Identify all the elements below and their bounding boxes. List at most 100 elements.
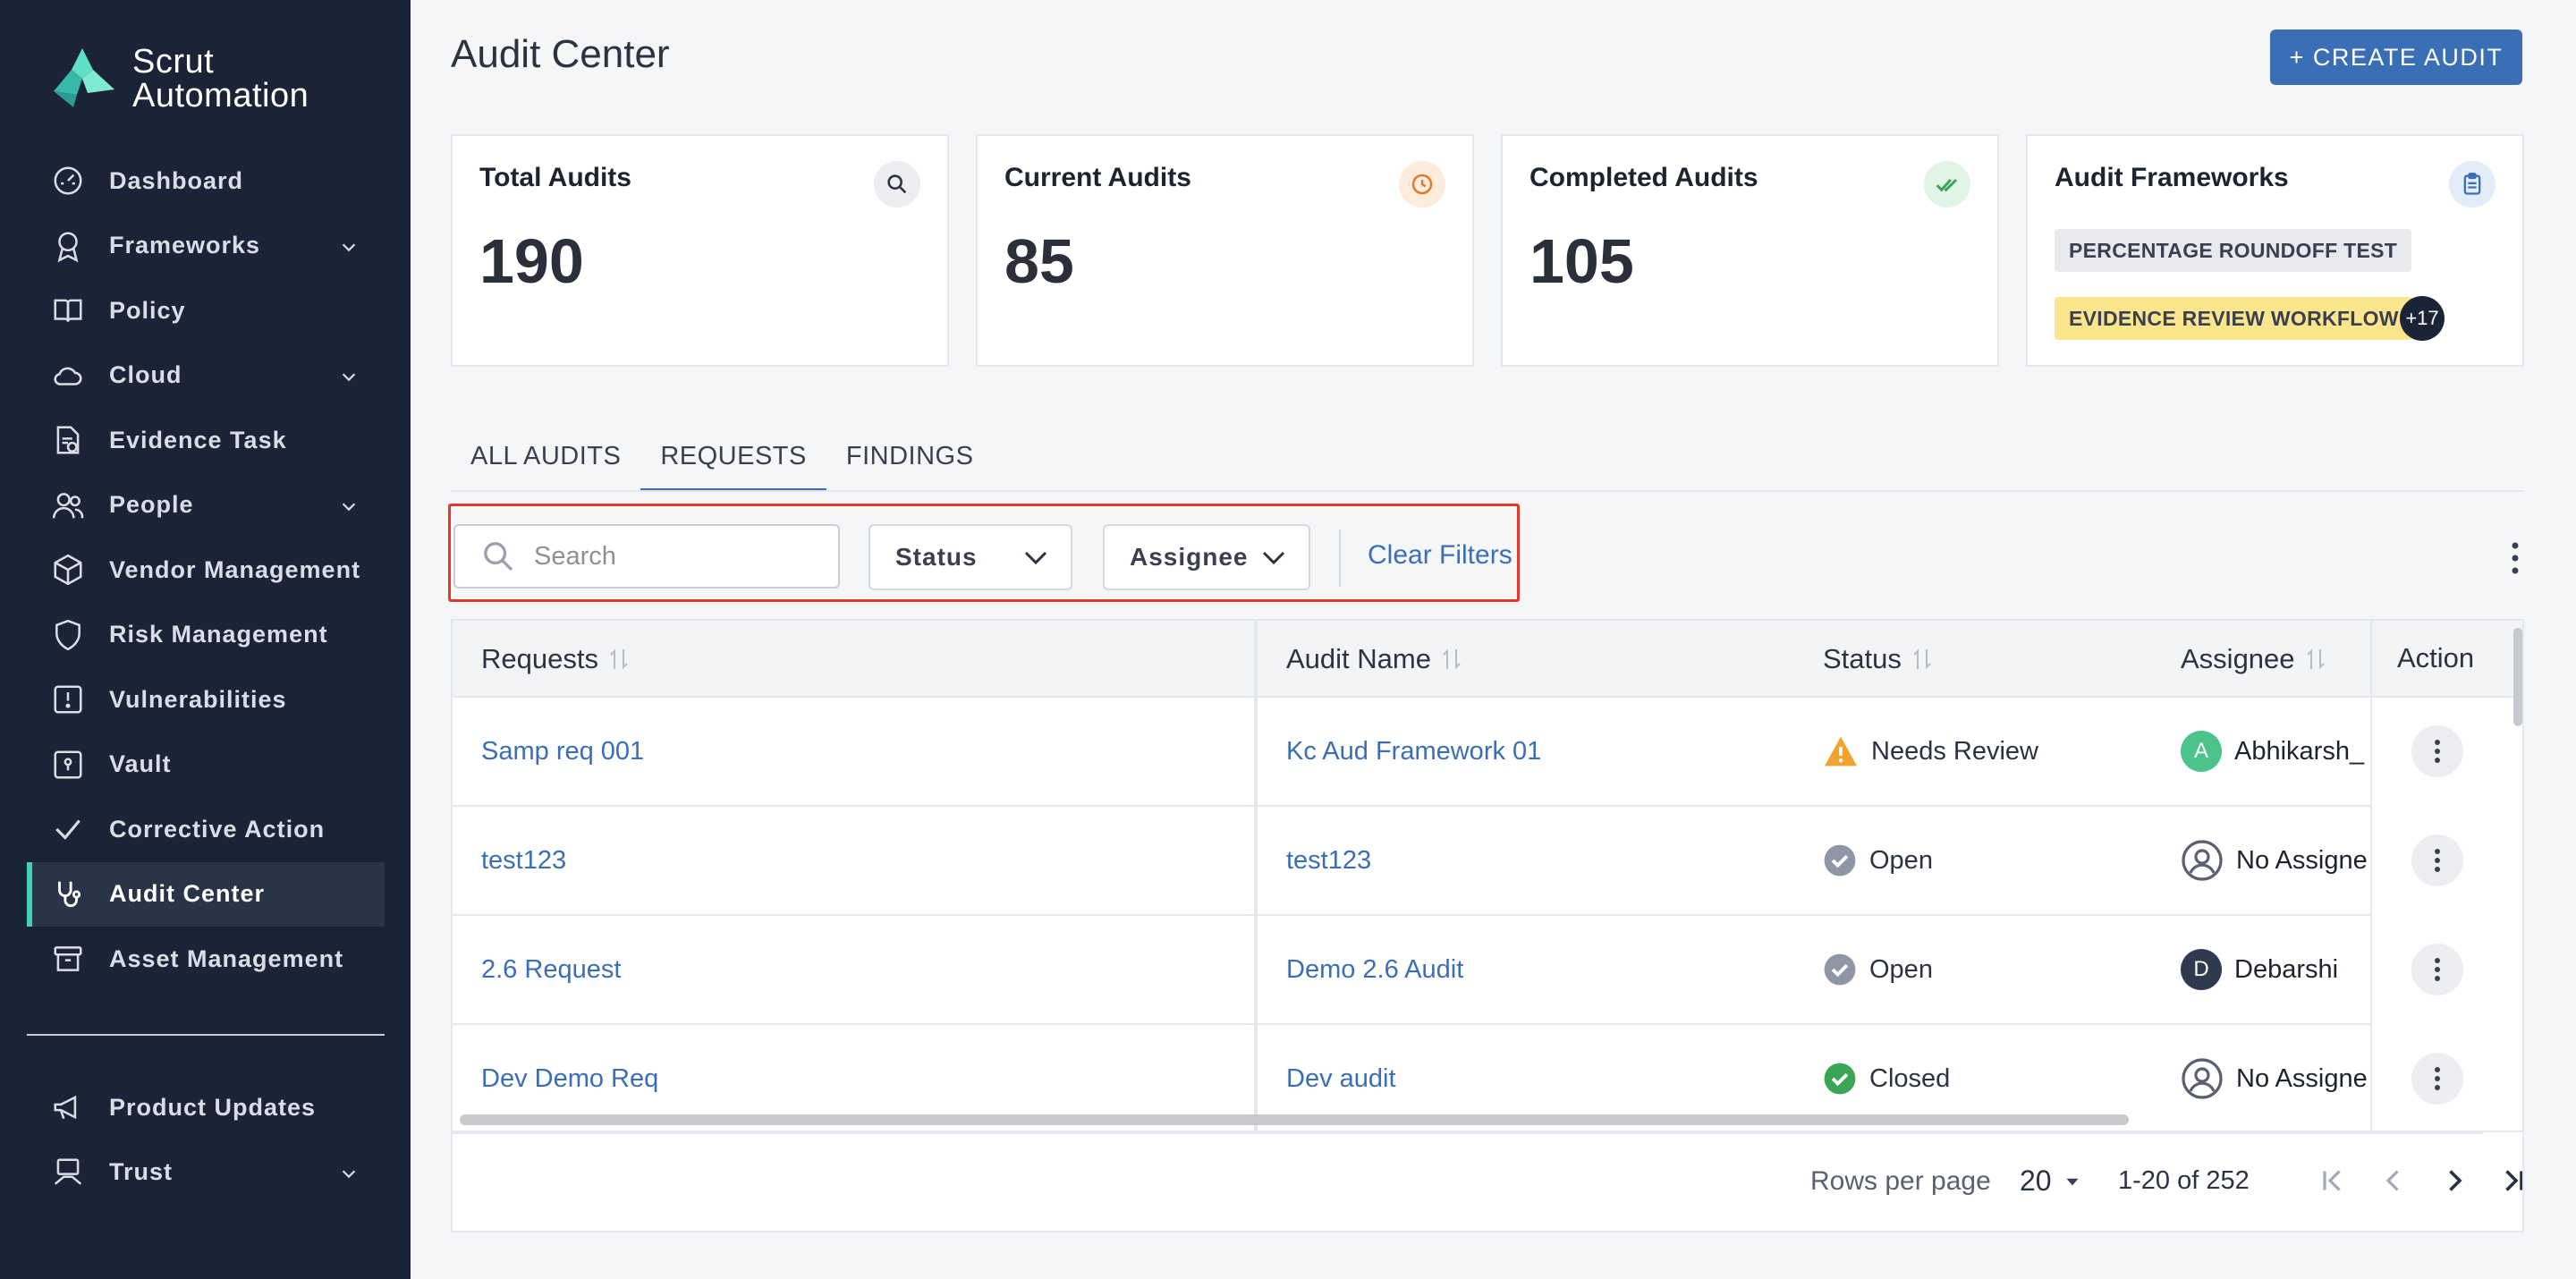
tab-all-audits[interactable]: ALL AUDITS: [451, 420, 640, 492]
sort-icon[interactable]: [2306, 646, 2326, 673]
people-icon: [50, 487, 86, 523]
filter-separator: [1339, 529, 1341, 587]
sidebar-item-vulnerabilities[interactable]: Vulnerabilities: [0, 667, 411, 733]
horizontal-scrollbar[interactable]: [460, 1114, 2129, 1125]
column-header-status[interactable]: Status: [1823, 621, 1932, 698]
column-header-assignee[interactable]: Assignee: [2181, 621, 2326, 698]
assignee-name: No Assigne: [2236, 845, 2368, 875]
request-link[interactable]: Samp req 001: [481, 698, 644, 805]
search-icon: [484, 542, 513, 572]
assignee-filter-label: Assignee: [1130, 543, 1249, 571]
tab-requests[interactable]: REQUESTS: [640, 420, 826, 492]
sidebar-item-product-updates[interactable]: Product Updates: [0, 1075, 411, 1140]
sidebar-item-evidence-task[interactable]: Evidence Task: [0, 408, 411, 473]
more-frameworks-badge[interactable]: +17: [2400, 296, 2445, 341]
kebab-icon: [2435, 1067, 2440, 1090]
sidebar-item-label: Vulnerabilities: [109, 685, 287, 713]
column-header-label: Audit Name: [1286, 643, 1431, 674]
row-actions-button[interactable]: [2411, 834, 2463, 886]
sidebar-item-corrective-action[interactable]: Corrective Action: [0, 797, 411, 862]
status-filter-select[interactable]: Status: [869, 524, 1072, 590]
sidebar-item-dashboard[interactable]: Dashboard: [0, 148, 411, 214]
chevron-down-icon[interactable]: [339, 237, 359, 257]
first-page-icon[interactable]: [2317, 1165, 2349, 1197]
search-icon: [874, 161, 920, 208]
status-text: Open: [1869, 845, 1933, 875]
sidebar-item-vendor-management[interactable]: Vendor Management: [0, 538, 411, 603]
sidebar-nav: Dashboard Frameworks Policy Cloud Eviden…: [0, 148, 411, 992]
chevron-down-icon[interactable]: [339, 496, 359, 516]
sidebar-item-label: People: [109, 491, 194, 519]
sort-icon[interactable]: [1912, 646, 1932, 673]
megaphone-icon: [50, 1089, 86, 1125]
audit-name-link[interactable]: Kc Aud Framework 01: [1286, 698, 1541, 805]
row-actions-button[interactable]: [2411, 944, 2463, 995]
assignee-filter-select[interactable]: Assignee: [1103, 524, 1310, 590]
audit-frameworks-card: Audit Frameworks PERCENTAGE ROUNDOFF TES…: [2026, 134, 2524, 367]
avatar: D: [2181, 949, 2222, 990]
request-link[interactable]: test123: [481, 807, 566, 914]
trust-hand-icon: [50, 1155, 86, 1190]
stat-value: 190: [479, 226, 584, 296]
sidebar-item-audit-center[interactable]: Audit Center: [27, 861, 385, 927]
framework-chip[interactable]: PERCENTAGE ROUNDOFF TEST: [2055, 229, 2412, 272]
create-audit-button[interactable]: + CREATE AUDIT: [2270, 30, 2522, 85]
table-row[interactable]: test123 test123 Open No Assigne: [453, 807, 2483, 916]
table-row[interactable]: Samp req 001 Kc Aud Framework 01 Needs R…: [453, 698, 2483, 807]
check-circle-green-icon: [1824, 1063, 1856, 1095]
rows-per-page-label: Rows per page: [1810, 1166, 1991, 1196]
tab-findings[interactable]: FINDINGS: [826, 420, 994, 492]
table-row[interactable]: 2.6 Request Demo 2.6 Audit Open D Debars…: [453, 916, 2483, 1025]
brand-name: Scrut Automation: [132, 45, 309, 113]
audit-name-link[interactable]: Demo 2.6 Audit: [1286, 916, 1463, 1023]
request-link[interactable]: 2.6 Request: [481, 916, 621, 1023]
assignee-name: Debarshi: [2234, 954, 2339, 984]
assignee-cell: A Abhikarsh_: [2181, 698, 2364, 805]
last-page-icon[interactable]: [2497, 1165, 2524, 1197]
sidebar-item-vault[interactable]: Vault: [0, 733, 411, 798]
clear-filters-link[interactable]: Clear Filters: [1368, 540, 1513, 571]
column-header-requests[interactable]: Requests: [481, 621, 629, 698]
sidebar-item-cloud[interactable]: Cloud: [0, 343, 411, 409]
clipboard-icon: [2449, 161, 2496, 208]
alert-square-icon: [50, 682, 86, 717]
sidebar-item-label: Vendor Management: [109, 555, 361, 583]
warning-icon: [1825, 736, 1857, 767]
row-actions-button[interactable]: [2411, 725, 2463, 777]
column-header-action: Action: [2372, 621, 2522, 698]
document-check-icon: [50, 422, 86, 458]
assignee-name: No Assigne: [2236, 1063, 2368, 1093]
sidebar-item-policy[interactable]: Policy: [0, 278, 411, 343]
brand-logo[interactable]: Scrut Automation: [47, 43, 309, 114]
page-title: Audit Center: [451, 32, 670, 76]
kebab-icon: [2435, 958, 2440, 981]
sidebar-item-asset-management[interactable]: Asset Management: [0, 927, 411, 992]
pagination-range: 1-20 of 252: [2118, 1166, 2250, 1195]
more-options-icon[interactable]: [2508, 540, 2522, 576]
vertical-scrollbar[interactable]: [2513, 628, 2522, 726]
next-page-icon[interactable]: [2438, 1165, 2470, 1197]
chevron-down-icon[interactable]: [339, 367, 359, 386]
sidebar-item-trust[interactable]: Trust: [0, 1140, 411, 1206]
search-input[interactable]: [534, 541, 820, 572]
search-field[interactable]: [453, 524, 840, 589]
sidebar-item-frameworks[interactable]: Frameworks: [0, 214, 411, 279]
framework-chip[interactable]: EVIDENCE REVIEW WORKFLOW: [2055, 297, 2413, 340]
sidebar-item-label: Policy: [109, 296, 186, 324]
action-column: Action: [2370, 621, 2522, 1131]
sidebar-item-risk-management[interactable]: Risk Management: [0, 603, 411, 668]
avatar: A: [2181, 731, 2222, 772]
audit-name-link[interactable]: test123: [1286, 807, 1371, 914]
table-pagination: Rows per page 20 1-20 of 252: [453, 1131, 2524, 1231]
chevron-down-icon[interactable]: [339, 1164, 359, 1183]
sidebar-item-people[interactable]: People: [0, 473, 411, 538]
kebab-icon: [2435, 740, 2440, 763]
row-actions-button[interactable]: [2411, 1053, 2463, 1105]
sort-icon[interactable]: [1442, 646, 1462, 673]
column-header-audit-name[interactable]: Audit Name: [1286, 621, 1462, 698]
scrut-logo-icon: [54, 48, 114, 107]
previous-page-icon[interactable]: [2377, 1165, 2410, 1197]
sort-icon[interactable]: [609, 646, 629, 673]
rows-per-page-select[interactable]: 20: [2020, 1165, 2084, 1198]
card-title: Audit Frameworks: [2055, 163, 2289, 192]
